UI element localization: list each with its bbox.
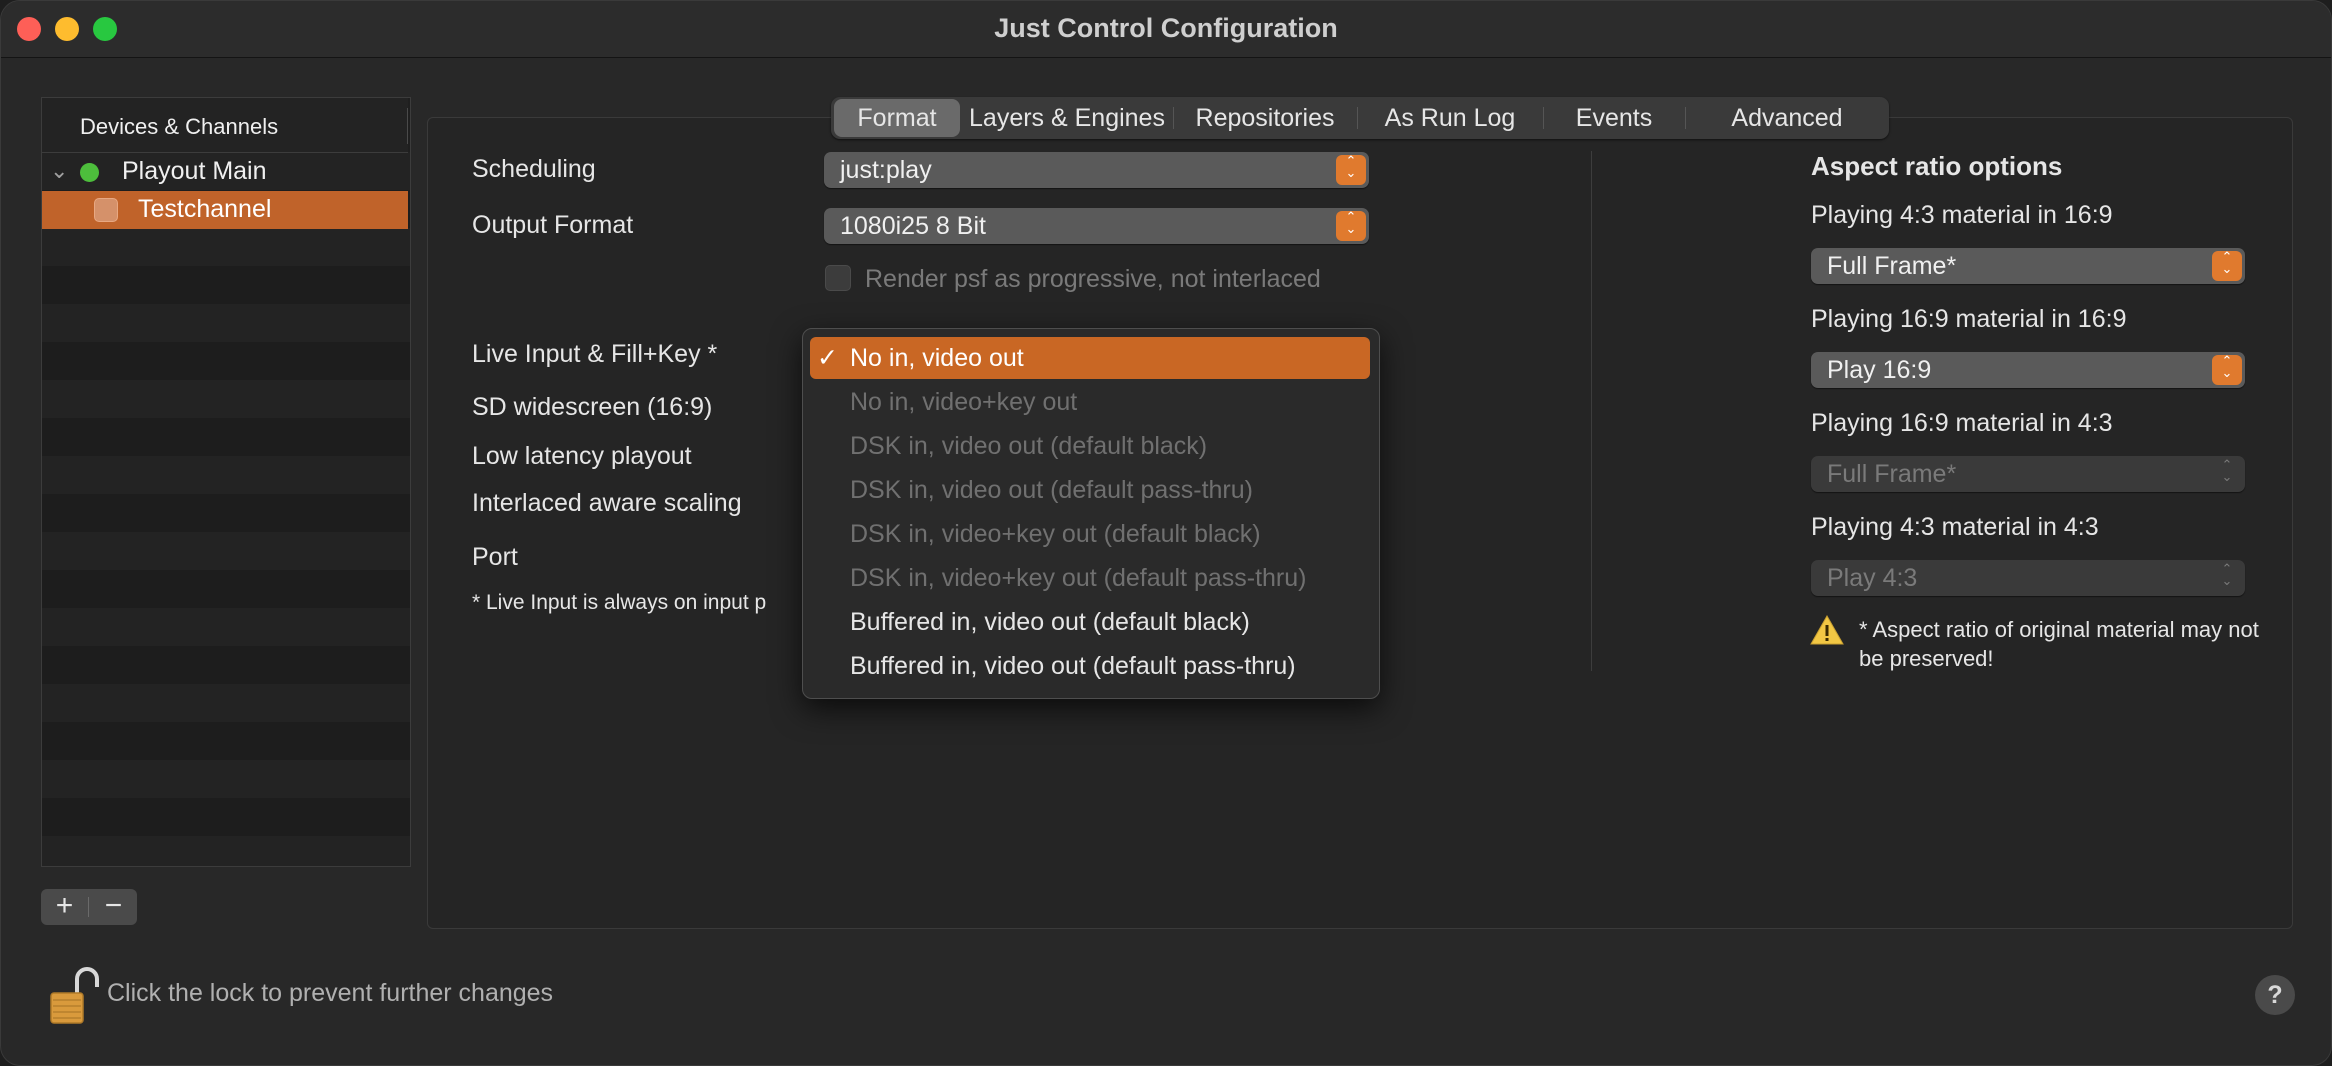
tab-advanced[interactable]: Advanced [1689, 97, 1885, 139]
menu-item-label: No in, video+key out [850, 388, 1078, 416]
aspect-warning-text: * Aspect ratio of original material may … [1859, 617, 2259, 671]
status-dot-icon [80, 163, 99, 182]
unlocked-lock-icon[interactable] [47, 965, 103, 1025]
menu-item-label: No in, video out [850, 344, 1024, 372]
aspect-value: Play 16:9 [1827, 356, 1932, 384]
tab-repositories[interactable]: Repositories [1177, 97, 1353, 139]
app-window: Just Control Configuration Devices & Cha… [0, 0, 2332, 1066]
tab-separator [1543, 107, 1544, 129]
output-format-label: Output Format [472, 211, 634, 239]
menu-item-dsk-videokey-black: DSK in, video+key out (default black) [810, 513, 1370, 555]
channel-checkbox[interactable] [94, 198, 118, 222]
tab-separator [1685, 107, 1686, 129]
aspect-16x9-in-16x9-popup[interactable]: Play 16:9 ⌃ ⌄ [1811, 352, 2245, 388]
menu-item-dsk-video-passthru: DSK in, video out (default pass-thru) [810, 469, 1370, 511]
tab-layers-engines[interactable]: Layers & Engines [967, 97, 1167, 139]
interlaced-scaling-label: Interlaced aware scaling [472, 489, 742, 517]
menu-item-label: Buffered in, video out (default black) [850, 608, 1250, 636]
tab-as-run-log[interactable]: As Run Log [1361, 97, 1539, 139]
aspect-row-label: Playing 4:3 material in 4:3 [1811, 513, 2099, 541]
menu-item-buffered-video-passthru[interactable]: Buffered in, video out (default pass-thr… [810, 645, 1370, 687]
render-psf-checkbox[interactable] [825, 265, 851, 291]
render-psf-label: Render psf as progressive, not interlace… [865, 265, 1321, 293]
sd-widescreen-label: SD widescreen (16:9) [472, 393, 713, 421]
aspect-16x9-in-4x3-popup: Full Frame* ⌃ ⌄ [1811, 456, 2245, 492]
lock-status-text: Click the lock to prevent further change… [107, 979, 554, 1007]
aspect-row-label: Playing 16:9 material in 4:3 [1811, 409, 2113, 437]
scheduling-label: Scheduling [472, 155, 596, 183]
live-input-label: Live Input & Fill+Key * [472, 340, 718, 368]
chevron-up-down-icon: ⌃ ⌄ [2221, 561, 2233, 588]
menu-item-dsk-video-black: DSK in, video out (default black) [810, 425, 1370, 467]
chevron-down-icon[interactable]: ⌄ [50, 158, 68, 184]
output-format-popup[interactable]: 1080i25 8 Bit ⌃ ⌄ [824, 208, 1369, 244]
warning-icon [1810, 615, 1844, 645]
menu-item-no-in-video-key-out: No in, video+key out [810, 381, 1370, 423]
devices-sidebar: Devices & Channels ⌄ Playout Main Testch… [41, 97, 411, 867]
menu-item-label: Buffered in, video out (default pass-thr… [850, 652, 1296, 680]
sidebar-item-label: Playout Main [122, 157, 267, 185]
menu-item-label: DSK in, video out (default pass-thru) [850, 476, 1253, 504]
aspect-ratio-title: Aspect ratio options [1811, 151, 2063, 181]
aspect-value: Full Frame* [1827, 460, 1957, 488]
tab-separator [1357, 107, 1358, 129]
scheduling-popup[interactable]: just:play ⌃ ⌄ [824, 152, 1369, 188]
chevron-up-down-icon: ⌃ ⌄ [1336, 210, 1366, 241]
chevron-up-down-icon: ⌃ ⌄ [2221, 457, 2233, 484]
menu-item-label: DSK in, video out (default black) [850, 432, 1208, 460]
low-latency-label: Low latency playout [472, 442, 692, 470]
column-divider[interactable] [407, 108, 408, 144]
sidebar-list-background [42, 152, 410, 866]
tab-separator [1173, 107, 1174, 129]
remove-channel-button[interactable]: − [90, 889, 137, 925]
aspect-value: Play 4:3 [1827, 564, 1918, 592]
tab-format[interactable]: Format [834, 99, 960, 137]
menu-item-no-in-video-out[interactable]: ✓ No in, video out [810, 337, 1370, 379]
menu-item-label: DSK in, video+key out (default black) [850, 520, 1261, 548]
aspect-4x3-in-4x3-popup: Play 4:3 ⌃ ⌄ [1811, 560, 2245, 596]
divider [88, 897, 89, 917]
tab-bar: Format Layers & Engines Repositories As … [831, 97, 1889, 139]
chevron-up-down-icon: ⌃ ⌄ [2212, 354, 2242, 385]
aspect-4x3-in-16x9-popup[interactable]: Full Frame* ⌃ ⌄ [1811, 248, 2245, 284]
aspect-row-label: Playing 16:9 material in 16:9 [1811, 305, 2127, 333]
live-input-footnote: * Live Input is always on input p [472, 591, 767, 614]
window-title: Just Control Configuration [994, 13, 1338, 43]
vertical-divider [1591, 151, 1592, 671]
aspect-value: Full Frame* [1827, 252, 1957, 280]
add-channel-button[interactable]: + [41, 889, 88, 925]
chevron-up-down-icon: ⌃ ⌄ [2212, 250, 2242, 281]
chevron-up-down-icon: ⌃ ⌄ [1336, 154, 1366, 185]
sidebar-header-label: Devices & Channels [80, 114, 279, 139]
help-button[interactable]: ? [2255, 975, 2295, 1015]
menu-item-buffered-video-black[interactable]: Buffered in, video out (default black) [810, 601, 1370, 643]
port-label: Port [472, 543, 518, 571]
checkmark-icon: ✓ [817, 344, 838, 372]
output-format-value: 1080i25 8 Bit [840, 212, 986, 240]
sidebar-item-playout-main[interactable]: ⌄ Playout Main [42, 153, 408, 191]
add-remove-control: + − [41, 889, 137, 925]
scheduling-value: just:play [840, 156, 932, 184]
live-input-menu: ✓ No in, video out No in, video+key out … [802, 328, 1380, 699]
tab-events[interactable]: Events [1547, 97, 1681, 139]
sidebar-item-testchannel[interactable]: Testchannel [42, 191, 408, 229]
title-bar: Just Control Configuration [1, 1, 2331, 58]
menu-item-dsk-videokey-passthru: DSK in, video+key out (default pass-thru… [810, 557, 1370, 599]
sidebar-header[interactable]: Devices & Channels [42, 98, 408, 153]
sidebar-item-label: Testchannel [138, 195, 272, 223]
menu-item-label: DSK in, video+key out (default pass-thru… [850, 564, 1307, 592]
aspect-row-label: Playing 4:3 material in 16:9 [1811, 201, 2113, 229]
